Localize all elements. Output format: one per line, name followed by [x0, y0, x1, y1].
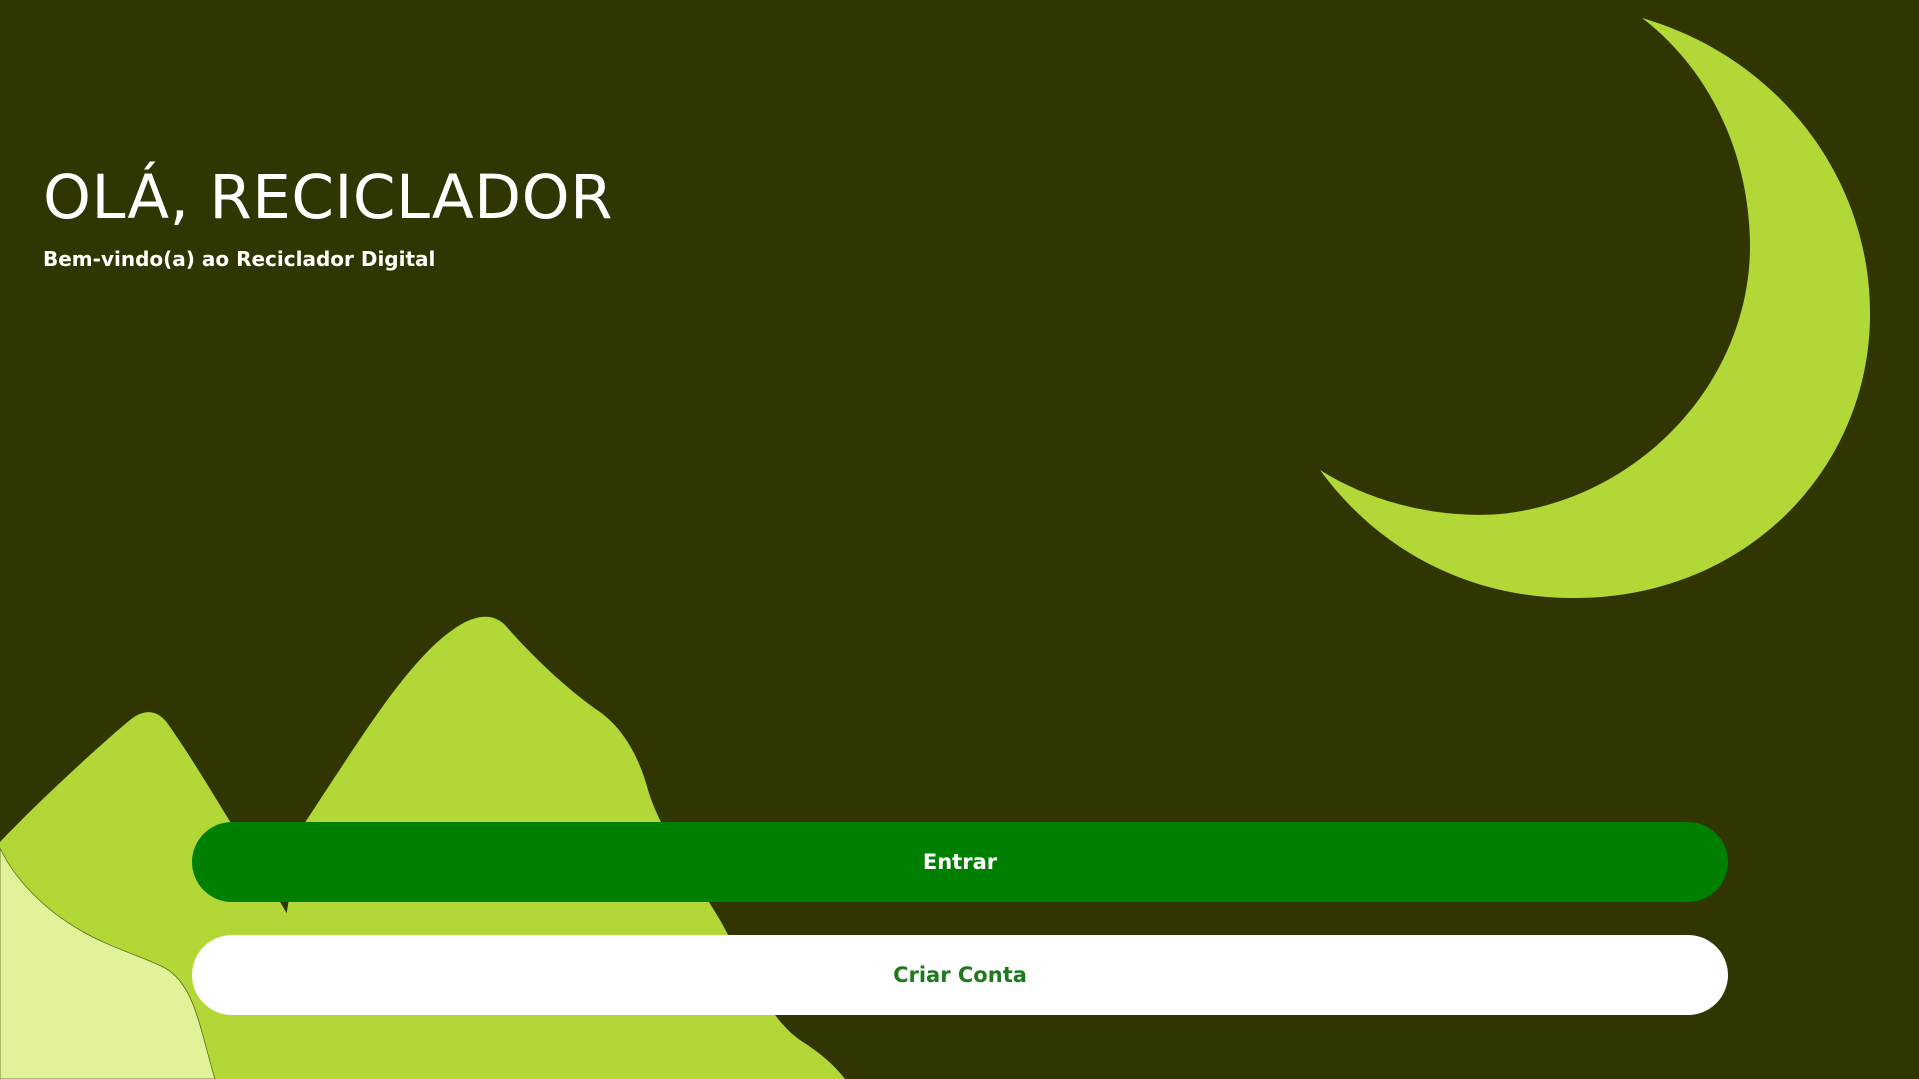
- login-button[interactable]: Entrar: [192, 822, 1728, 902]
- welcome-header: OLÁ, RECICLADOR Bem-vindo(a) ao Reciclad…: [43, 158, 613, 272]
- crescent-moon-illustration: [1320, 18, 1871, 599]
- create-account-button[interactable]: Criar Conta: [192, 935, 1728, 1015]
- welcome-subtitle: Bem-vindo(a) ao Reciclador Digital: [43, 247, 436, 271]
- page-title: OLÁ, RECICLADOR: [43, 162, 613, 233]
- auth-actions: Entrar Criar Conta: [192, 822, 1728, 1015]
